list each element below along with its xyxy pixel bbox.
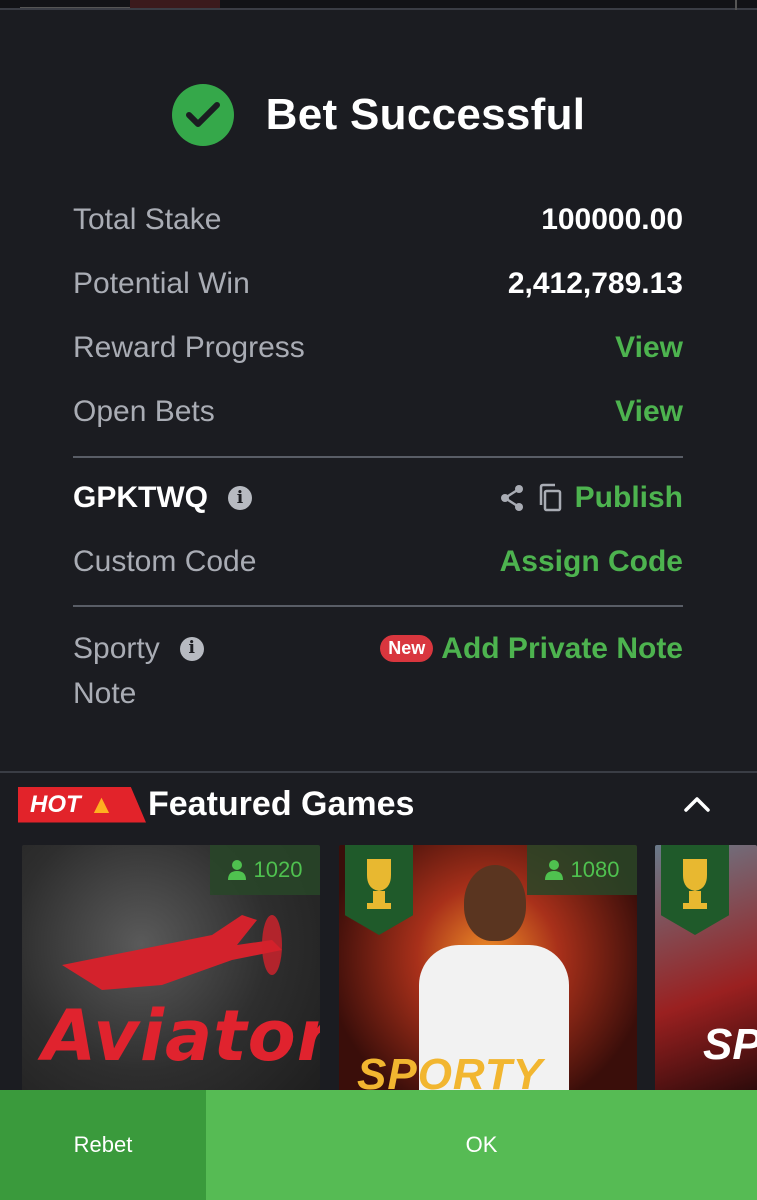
footer-actions: Rebet OK [0,1090,757,1200]
open-bets-row: Open Bets View [73,390,683,434]
copy-icon[interactable] [537,483,563,513]
trophy-icon [345,845,413,935]
assign-code-link[interactable]: Assign Code [500,545,683,579]
fire-icon: ▲ [88,789,115,819]
featured-title: Featured Games [148,785,415,823]
success-header: Bet Successful [0,80,757,150]
player-count-value: 1080 [570,857,620,882]
hot-label: HOT [30,790,81,818]
reward-progress-label: Reward Progress [73,331,305,364]
plane-icon [62,915,282,990]
game-card-partial[interactable]: SPR [655,845,757,1093]
share-icon[interactable] [499,484,525,512]
info-icon[interactable]: i [179,636,204,661]
top-strip [0,0,757,10]
user-icon [227,860,246,880]
total-stake-row: Total Stake 100000.00 [73,198,683,242]
note-label-line1: Sporty [73,632,160,665]
note-row: Sporty i Note New Add Private Note [73,626,683,716]
player-count: 1080 [527,845,637,895]
player-count: 1020 [210,845,320,895]
divider [73,456,683,458]
potential-win-value: 2,412,789.13 [507,267,683,300]
booking-code-row: GPKTWQ i Publish [73,476,683,520]
game-title: SPR [703,1020,757,1069]
game-card-sporty-hero[interactable]: SPORTY HERO 1080 [339,845,637,1093]
rebet-button[interactable]: Rebet [0,1090,206,1200]
user-icon [544,860,563,880]
player-count-value: 1020 [253,857,303,882]
featured-header: HOT ▲ Featured Games [18,785,414,824]
publish-link[interactable]: Publish [575,481,683,515]
potential-win-label: Potential Win [73,267,250,300]
reward-progress-view-link[interactable]: View [615,331,683,365]
add-private-note-link[interactable]: Add Private Note [441,632,683,666]
new-badge: New [380,635,434,662]
note-label: Sporty i Note [73,626,204,716]
potential-win-row: Potential Win 2,412,789.13 [73,262,683,306]
custom-code-label: Custom Code [73,545,257,578]
open-bets-label: Open Bets [73,395,215,428]
chevron-up-icon[interactable] [683,795,711,813]
total-stake-value: 100000.00 [541,203,683,236]
note-label-line2: Note [73,677,137,710]
open-bets-view-link[interactable]: View [615,395,683,429]
total-stake-label: Total Stake [73,203,222,236]
ok-button[interactable]: OK [206,1090,757,1200]
check-icon [171,84,234,146]
booking-code: GPKTWQ [73,481,208,514]
hot-badge: HOT ▲ [18,786,146,823]
game-card-aviator[interactable]: Aviator 1020 [22,845,320,1093]
game-title: SPORTY HERO [357,1050,543,1093]
reward-progress-row: Reward Progress View [73,326,683,370]
page-title: Bet Successful [265,90,586,139]
trophy-icon [661,845,729,935]
featured-games-section: HOT ▲ Featured Games Aviator 1020 SPORTY… [0,771,757,1093]
game-title: Aviator [42,995,320,1077]
divider [73,605,683,607]
info-icon[interactable]: i [228,486,252,510]
custom-code-row: Custom Code Assign Code [73,540,683,584]
